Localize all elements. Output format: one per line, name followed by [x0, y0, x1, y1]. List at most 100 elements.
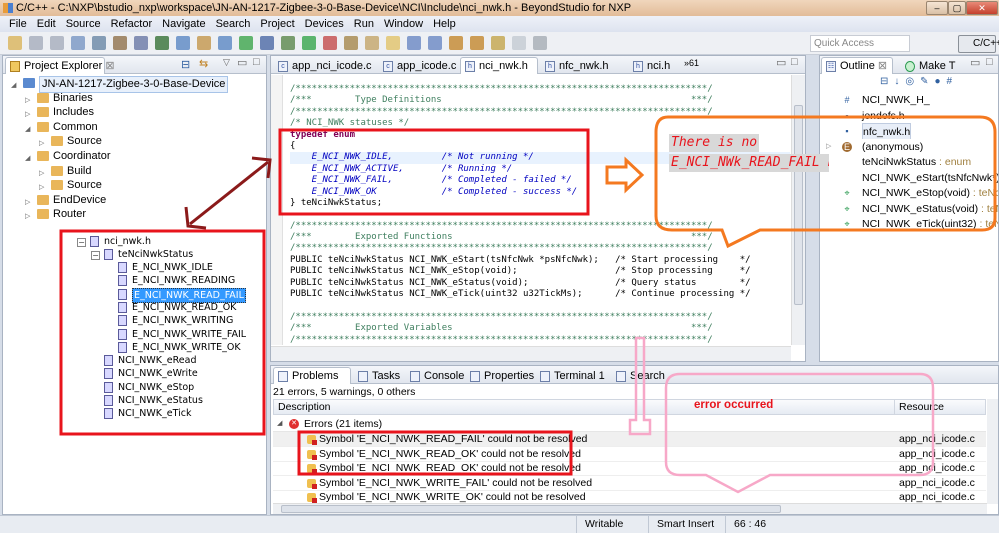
- toolbar-button[interactable]: [113, 36, 127, 50]
- tab-nci-nwk-h[interactable]: h nci_nwk.h: [460, 57, 538, 74]
- code-editor[interactable]: /***************************************…: [290, 84, 790, 346]
- tab-app-icode-c[interactable]: c app_icode.c: [378, 57, 458, 74]
- maximize-view-icon[interactable]: □: [986, 56, 993, 68]
- column-description[interactable]: Description: [278, 400, 331, 414]
- vertical-scrollbar[interactable]: [791, 75, 805, 345]
- collapsed-arrow-icon[interactable]: ▷: [25, 94, 30, 109]
- menu-source[interactable]: Source: [61, 16, 106, 32]
- tab-overflow-button[interactable]: »61: [684, 58, 699, 68]
- toolbar-button[interactable]: [155, 36, 169, 50]
- toolbar-button[interactable]: [29, 36, 43, 50]
- menu-project[interactable]: Project: [255, 16, 299, 32]
- view-menu-icon[interactable]: ▽: [223, 57, 230, 68]
- outline-item[interactable]: ▪ jendefs.h: [820, 108, 998, 124]
- tab-app-nci-icode-c[interactable]: c app_nci_icode.c: [273, 57, 376, 74]
- maximize-button[interactable]: ▢: [948, 1, 966, 15]
- toolbar-button[interactable]: [260, 36, 274, 50]
- horizontal-scrollbar[interactable]: [271, 346, 791, 361]
- tab-nfc-nwk-h[interactable]: h nfc_nwk.h: [540, 57, 626, 74]
- tab-problems[interactable]: Problems: [273, 367, 351, 384]
- menu-devices[interactable]: Devices: [300, 16, 349, 32]
- toolbar-button[interactable]: [302, 36, 316, 50]
- tab-terminal-1[interactable]: Terminal 1: [535, 367, 609, 384]
- toolbar-button[interactable]: [470, 36, 484, 50]
- problem-row[interactable]: Symbol 'E_NCI_NWK_READ_OK' could not be …: [273, 461, 986, 476]
- collapsed-arrow-icon[interactable]: ▷: [25, 196, 30, 211]
- menu-refactor[interactable]: Refactor: [106, 16, 158, 32]
- tab-search[interactable]: Search: [611, 367, 665, 384]
- toolbar-button[interactable]: [491, 36, 505, 50]
- collapsed-arrow-icon[interactable]: ▷: [39, 181, 44, 196]
- outline-item[interactable]: NCI_NWK_eStart(tsNfcNwk*) : teNciNwkStat…: [820, 170, 998, 186]
- tab-console[interactable]: Console: [405, 367, 464, 384]
- toolbar-button[interactable]: [386, 36, 400, 50]
- minimize-view-icon[interactable]: ▭: [776, 56, 786, 69]
- outline-item[interactable]: ⌖ NCI_NWK_eTick(uint32) : teNciNwkStatus: [820, 216, 998, 232]
- problems-vertical-scrollbar[interactable]: [987, 399, 998, 504]
- minimize-button[interactable]: ‒: [926, 1, 948, 15]
- menu-search[interactable]: Search: [211, 16, 256, 32]
- menu-file[interactable]: File: [4, 16, 32, 32]
- collapsed-arrow-icon[interactable]: ▷: [39, 167, 44, 182]
- collapsed-arrow-icon[interactable]: ▷: [39, 137, 44, 152]
- collapsed-arrow-icon[interactable]: ▷: [25, 210, 30, 225]
- toolbar-button[interactable]: [218, 36, 232, 50]
- tab-make-target[interactable]: Make T: [900, 57, 965, 74]
- collapse-toggle-icon[interactable]: −: [91, 251, 100, 260]
- minimize-view-icon[interactable]: ▭: [970, 56, 980, 69]
- expanded-arrow-icon[interactable]: ◢: [11, 79, 16, 94]
- close-button[interactable]: ✕: [966, 1, 998, 15]
- expanded-arrow-icon[interactable]: ◢: [25, 152, 30, 167]
- toolbar-button[interactable]: [8, 36, 22, 50]
- tab-outline[interactable]: ☷ Outline ⊠: [821, 57, 893, 74]
- toolbar-button[interactable]: [407, 36, 421, 50]
- problem-row[interactable]: Symbol 'E_NCI_NWK_READ_OK' could not be …: [273, 447, 986, 462]
- menu-edit[interactable]: Edit: [32, 16, 61, 32]
- menu-run[interactable]: Run: [349, 16, 379, 32]
- menu-navigate[interactable]: Navigate: [157, 16, 210, 32]
- toolbar-button[interactable]: [134, 36, 148, 50]
- tab-tasks[interactable]: Tasks: [353, 367, 403, 384]
- toolbar-button[interactable]: [365, 36, 379, 50]
- column-resource[interactable]: Resource: [894, 400, 944, 414]
- problems-horizontal-scrollbar[interactable]: [273, 503, 987, 514]
- minimize-view-icon[interactable]: ▭: [237, 56, 247, 69]
- toolbar-button[interactable]: [323, 36, 337, 50]
- outline-item[interactable]: ⌖ NCI_NWK_eStatus(void) : teNciNwkStatus: [820, 201, 998, 217]
- expanded-arrow-icon[interactable]: ◢: [25, 123, 30, 138]
- collapsed-arrow-icon[interactable]: ▷: [25, 108, 30, 123]
- toolbar-button[interactable]: [71, 36, 85, 50]
- collapsed-arrow-icon[interactable]: ▷: [826, 139, 831, 155]
- toolbar-button[interactable]: [92, 36, 106, 50]
- toolbar-button[interactable]: [512, 36, 526, 50]
- toolbar-button[interactable]: [197, 36, 211, 50]
- link-with-editor-icon[interactable]: ⇆: [199, 57, 208, 70]
- outline-item[interactable]: ⌖ NCI_NWK_eStop(void) : teNciNwkStatus: [820, 185, 998, 201]
- toolbar-button[interactable]: [533, 36, 547, 50]
- errors-group-row[interactable]: ◢ ✕ Errors (21 items): [273, 416, 986, 432]
- outline-item[interactable]: teNciNwkStatus : enum: [820, 154, 998, 170]
- toolbar-button[interactable]: [428, 36, 442, 50]
- collapse-toggle-icon[interactable]: −: [77, 238, 86, 247]
- menu-window[interactable]: Window: [379, 16, 428, 32]
- toolbar-button[interactable]: [281, 36, 295, 50]
- menu-help[interactable]: Help: [428, 16, 461, 32]
- tab-properties[interactable]: Properties: [465, 367, 534, 384]
- outline-item[interactable]: ▪ nfc_nwk.h: [820, 123, 998, 139]
- expand-arrow-icon[interactable]: ◢: [277, 416, 282, 432]
- maximize-view-icon[interactable]: □: [791, 56, 798, 68]
- toolbar-button[interactable]: [344, 36, 358, 50]
- toolbar-button[interactable]: [239, 36, 253, 50]
- toolbar-button[interactable]: [176, 36, 190, 50]
- quick-access-input[interactable]: Quick Access: [810, 35, 910, 52]
- outline-toolbar[interactable]: ⊟↓◎✎●#: [880, 76, 995, 92]
- toolbar-button[interactable]: [50, 36, 64, 50]
- tab-project-explorer[interactable]: Project Explorer ⊠: [5, 57, 115, 74]
- outline-item[interactable]: ▷ E (anonymous): [820, 139, 998, 155]
- problem-row[interactable]: Symbol 'E_NCI_NWK_WRITE_FAIL' could not …: [273, 476, 986, 491]
- outline-item[interactable]: # NCI_NWK_H_: [820, 92, 998, 108]
- maximize-view-icon[interactable]: □: [253, 56, 260, 68]
- toolbar-button[interactable]: [449, 36, 463, 50]
- perspective-cpp-button[interactable]: C/C++: [958, 35, 999, 53]
- collapse-all-icon[interactable]: ⊟: [181, 58, 190, 71]
